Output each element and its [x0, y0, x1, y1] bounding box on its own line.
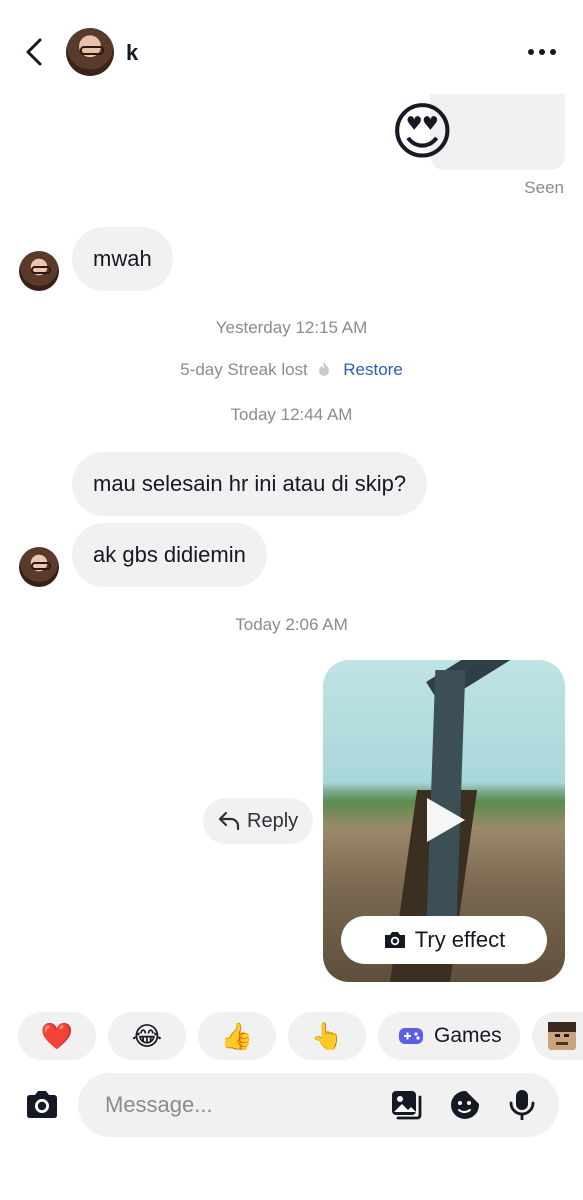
restore-streak-link[interactable]: Restore	[343, 360, 403, 379]
streak-text: 5-day Streak lost	[180, 360, 308, 379]
timestamp: Today 2:06 AM	[235, 615, 348, 634]
reaction-heart[interactable]: ❤️	[18, 1012, 96, 1060]
contact-name[interactable]: k	[126, 40, 138, 66]
message-input[interactable]	[105, 1073, 375, 1137]
image-sticker-icon	[392, 1091, 422, 1120]
sender-avatar[interactable]	[19, 547, 59, 587]
reaction-thumbs-up[interactable]: 👍	[198, 1012, 276, 1060]
games-label: Games	[434, 1024, 502, 1047]
games-button[interactable]: Games	[378, 1012, 520, 1060]
timestamp: Yesterday 12:15 AM	[215, 318, 368, 337]
quick-reactions-bar: ❤️ 😂 👍 👆 Games	[18, 1012, 583, 1060]
contact-avatar[interactable]	[66, 28, 114, 76]
heart-eyes-sticker[interactable]: 😍	[390, 102, 455, 164]
flame-icon	[318, 362, 329, 376]
timestamp: Today 12:44 AM	[230, 405, 353, 424]
cowboy-sticker-button[interactable]	[531, 1012, 583, 1060]
try-effect-label: Try effect	[414, 927, 506, 952]
camera-icon	[384, 932, 405, 948]
chat-header: k	[0, 0, 583, 96]
sender-avatar[interactable]	[19, 251, 59, 291]
streak-notice: 5-day Streak lost Restore	[0, 360, 583, 380]
received-message[interactable]: mwah	[72, 227, 173, 291]
received-message[interactable]: mau selesain hr ini atau di skip?	[72, 452, 428, 516]
microphone-icon	[509, 1090, 535, 1120]
camera-button[interactable]	[22, 1085, 62, 1125]
camera-icon	[27, 1091, 57, 1118]
gamepad-icon	[399, 1028, 423, 1044]
reply-button[interactable]: Reply	[203, 798, 313, 844]
shared-video-card[interactable]: Try effect	[323, 660, 565, 982]
image-sticker-button[interactable]	[388, 1087, 424, 1123]
voice-message-button[interactable]	[504, 1087, 540, 1123]
play-icon[interactable]	[427, 798, 465, 842]
cowboy-face-icon	[547, 1022, 576, 1050]
reaction-point-up[interactable]: 👆	[288, 1012, 366, 1060]
chevron-left-icon	[26, 38, 42, 66]
try-effect-button[interactable]: Try effect	[341, 916, 547, 964]
back-button[interactable]	[18, 34, 50, 70]
sticker-button[interactable]	[447, 1087, 483, 1123]
more-options-button[interactable]	[522, 40, 562, 64]
more-horizontal-icon	[528, 49, 534, 55]
reaction-laugh[interactable]: 😂	[108, 1012, 186, 1060]
sticker-icon	[451, 1091, 479, 1119]
reply-arrow-icon	[218, 811, 240, 831]
seen-status: Seen	[524, 178, 564, 197]
received-message[interactable]: ak gbs didiemin	[72, 523, 267, 587]
reply-label: Reply	[247, 809, 299, 832]
message-composer	[78, 1073, 559, 1137]
